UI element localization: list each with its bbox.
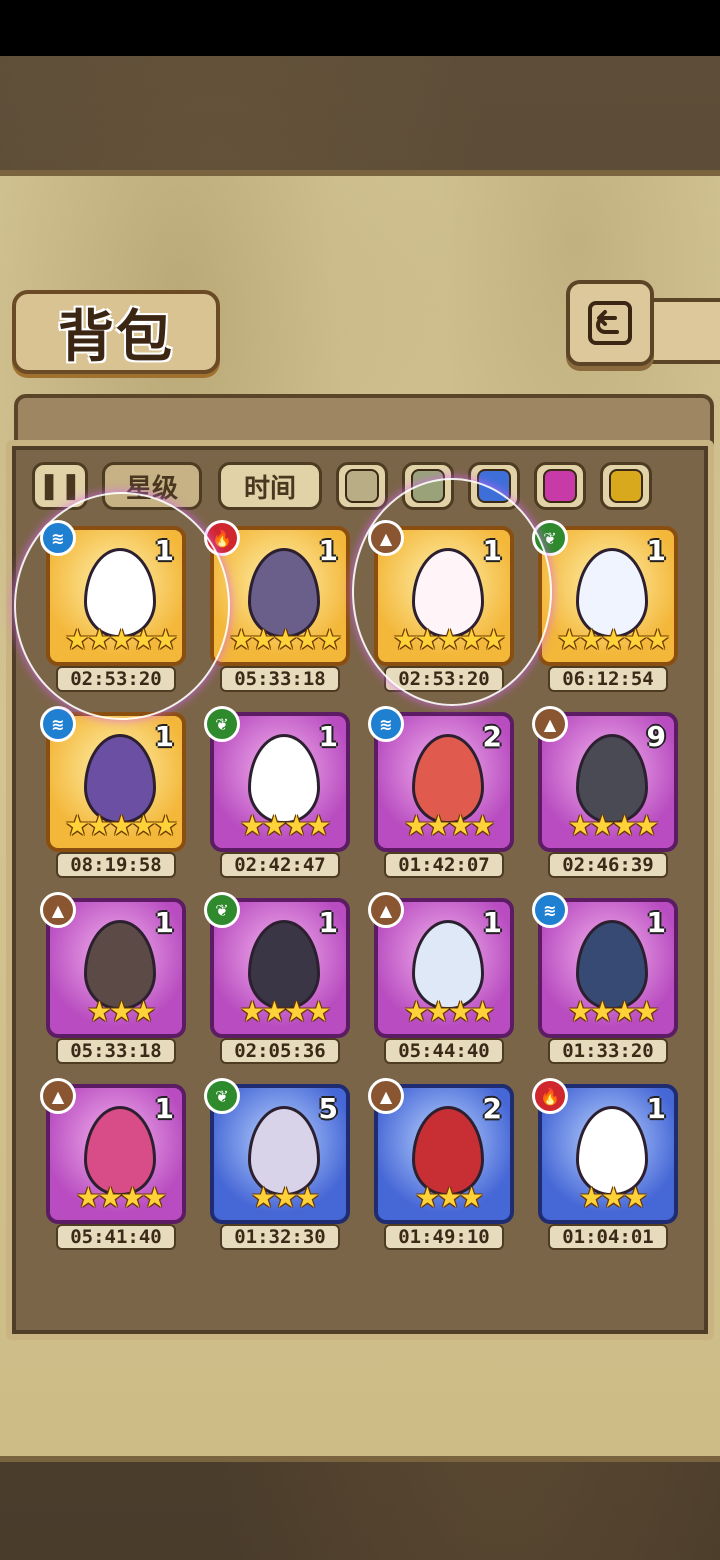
earth-element-icon: ▲: [368, 892, 404, 928]
item-count: 2: [482, 1092, 502, 1125]
filter-color-purple[interactable]: [534, 462, 586, 510]
egg-card[interactable]: 1 ★★★★ ▲ 05:44:40: [368, 892, 514, 1066]
star-rating: ★★★★★: [556, 623, 671, 656]
hatch-timer: 02:46:39: [548, 852, 668, 878]
star-rating: ★★★★: [239, 809, 331, 842]
color-swatch: [609, 469, 643, 503]
item-count: 1: [318, 720, 338, 753]
page-title: 背包: [58, 303, 174, 370]
star-rating: ★★★★★: [64, 809, 179, 842]
water-element-icon: ≋: [40, 706, 76, 742]
egg-card[interactable]: 1 ★★★★★ 🔥 05:33:18: [204, 520, 350, 694]
hatch-timer: 05:33:18: [220, 666, 340, 692]
item-count: 1: [482, 906, 502, 939]
filter-color-gold[interactable]: [600, 462, 652, 510]
hatch-timer: 01:04:01: [548, 1224, 668, 1250]
water-element-icon: ≋: [532, 892, 568, 928]
egg-card[interactable]: 9 ★★★★ ▲ 02:46:39: [532, 706, 678, 880]
item-count: 1: [646, 534, 666, 567]
grass-element-icon: ❦: [204, 892, 240, 928]
item-count: 5: [318, 1092, 338, 1125]
earth-element-icon: ▲: [368, 1078, 404, 1114]
hatch-timer: 06:12:54: [548, 666, 668, 692]
pause-icon: ❚❚: [38, 471, 82, 501]
title-plate: 背包: [12, 290, 220, 374]
egg-card[interactable]: 1 ★★★★★ ≋ 08:19:58: [40, 706, 186, 880]
item-count: 1: [154, 906, 174, 939]
star-rating: ★★★★: [567, 809, 659, 842]
annotation-circle-left: [14, 492, 230, 720]
hatch-timer: 05:33:18: [56, 1038, 176, 1064]
item-count: 1: [318, 534, 338, 567]
hatch-timer: 01:49:10: [384, 1224, 504, 1250]
item-count: 9: [646, 720, 666, 753]
egg-card[interactable]: 1 ★★★★ ▲ 05:41:40: [40, 1078, 186, 1252]
item-count: 1: [646, 906, 666, 939]
hatch-timer: 08:19:58: [56, 852, 176, 878]
egg-card[interactable]: 2 ★★★ ▲ 01:49:10: [368, 1078, 514, 1252]
egg-card[interactable]: 1 ★★★★ ≋ 01:33:20: [532, 892, 678, 1066]
egg-card[interactable]: 1 ★★★★★ ❦ 06:12:54: [532, 520, 678, 694]
star-rating: ★★★★: [403, 809, 495, 842]
item-count: 1: [318, 906, 338, 939]
hatch-timer: 01:42:07: [384, 852, 504, 878]
earth-element-icon: ▲: [40, 1078, 76, 1114]
star-rating: ★★★: [414, 1181, 484, 1214]
hatch-timer: 01:32:30: [220, 1224, 340, 1250]
star-rating: ★★★: [578, 1181, 648, 1214]
star-rating: ★★★★: [75, 1181, 167, 1214]
fire-element-icon: 🔥: [532, 1078, 568, 1114]
annotation-circle-right: [352, 478, 552, 706]
hatch-timer: 05:44:40: [384, 1038, 504, 1064]
egg-card[interactable]: 1 ★★★★ ❦ 02:42:47: [204, 706, 350, 880]
item-count: 1: [154, 720, 174, 753]
sort-time-label: 时间: [243, 473, 296, 504]
hatch-timer: 01:33:20: [548, 1038, 668, 1064]
filter-color-gray[interactable]: [336, 462, 388, 510]
star-rating: ★★★★: [403, 995, 495, 1028]
star-rating: ★★★: [86, 995, 156, 1028]
earth-element-icon: ▲: [532, 706, 568, 742]
hatch-timer: 02:05:36: [220, 1038, 340, 1064]
hatch-timer: 05:41:40: [56, 1224, 176, 1250]
egg-card[interactable]: 2 ★★★★ ≋ 01:42:07: [368, 706, 514, 880]
egg-card[interactable]: 1 ★★★★ ❦ 02:05:36: [204, 892, 350, 1066]
item-count: 1: [154, 1092, 174, 1125]
item-count: 2: [482, 720, 502, 753]
grass-element-icon: ❦: [204, 1078, 240, 1114]
star-rating: ★★★: [250, 1181, 320, 1214]
egg-card[interactable]: 1 ★★★ ▲ 05:33:18: [40, 892, 186, 1066]
star-rating: ★★★★★: [228, 623, 343, 656]
hatch-timer: 02:42:47: [220, 852, 340, 878]
water-element-icon: ≋: [368, 706, 404, 742]
back-arrow-icon: [588, 301, 632, 345]
star-rating: ★★★★: [239, 995, 331, 1028]
color-swatch: [345, 469, 379, 503]
back-button[interactable]: [566, 280, 654, 366]
status-bar: [0, 0, 720, 56]
sort-time-button[interactable]: 时间: [218, 462, 322, 510]
color-swatch: [543, 469, 577, 503]
egg-card[interactable]: 1 ★★★ 🔥 01:04:01: [532, 1078, 678, 1252]
egg-card[interactable]: 5 ★★★ ❦ 01:32:30: [204, 1078, 350, 1252]
earth-element-icon: ▲: [40, 892, 76, 928]
star-rating: ★★★★: [567, 995, 659, 1028]
item-count: 1: [646, 1092, 666, 1125]
grass-element-icon: ❦: [204, 706, 240, 742]
